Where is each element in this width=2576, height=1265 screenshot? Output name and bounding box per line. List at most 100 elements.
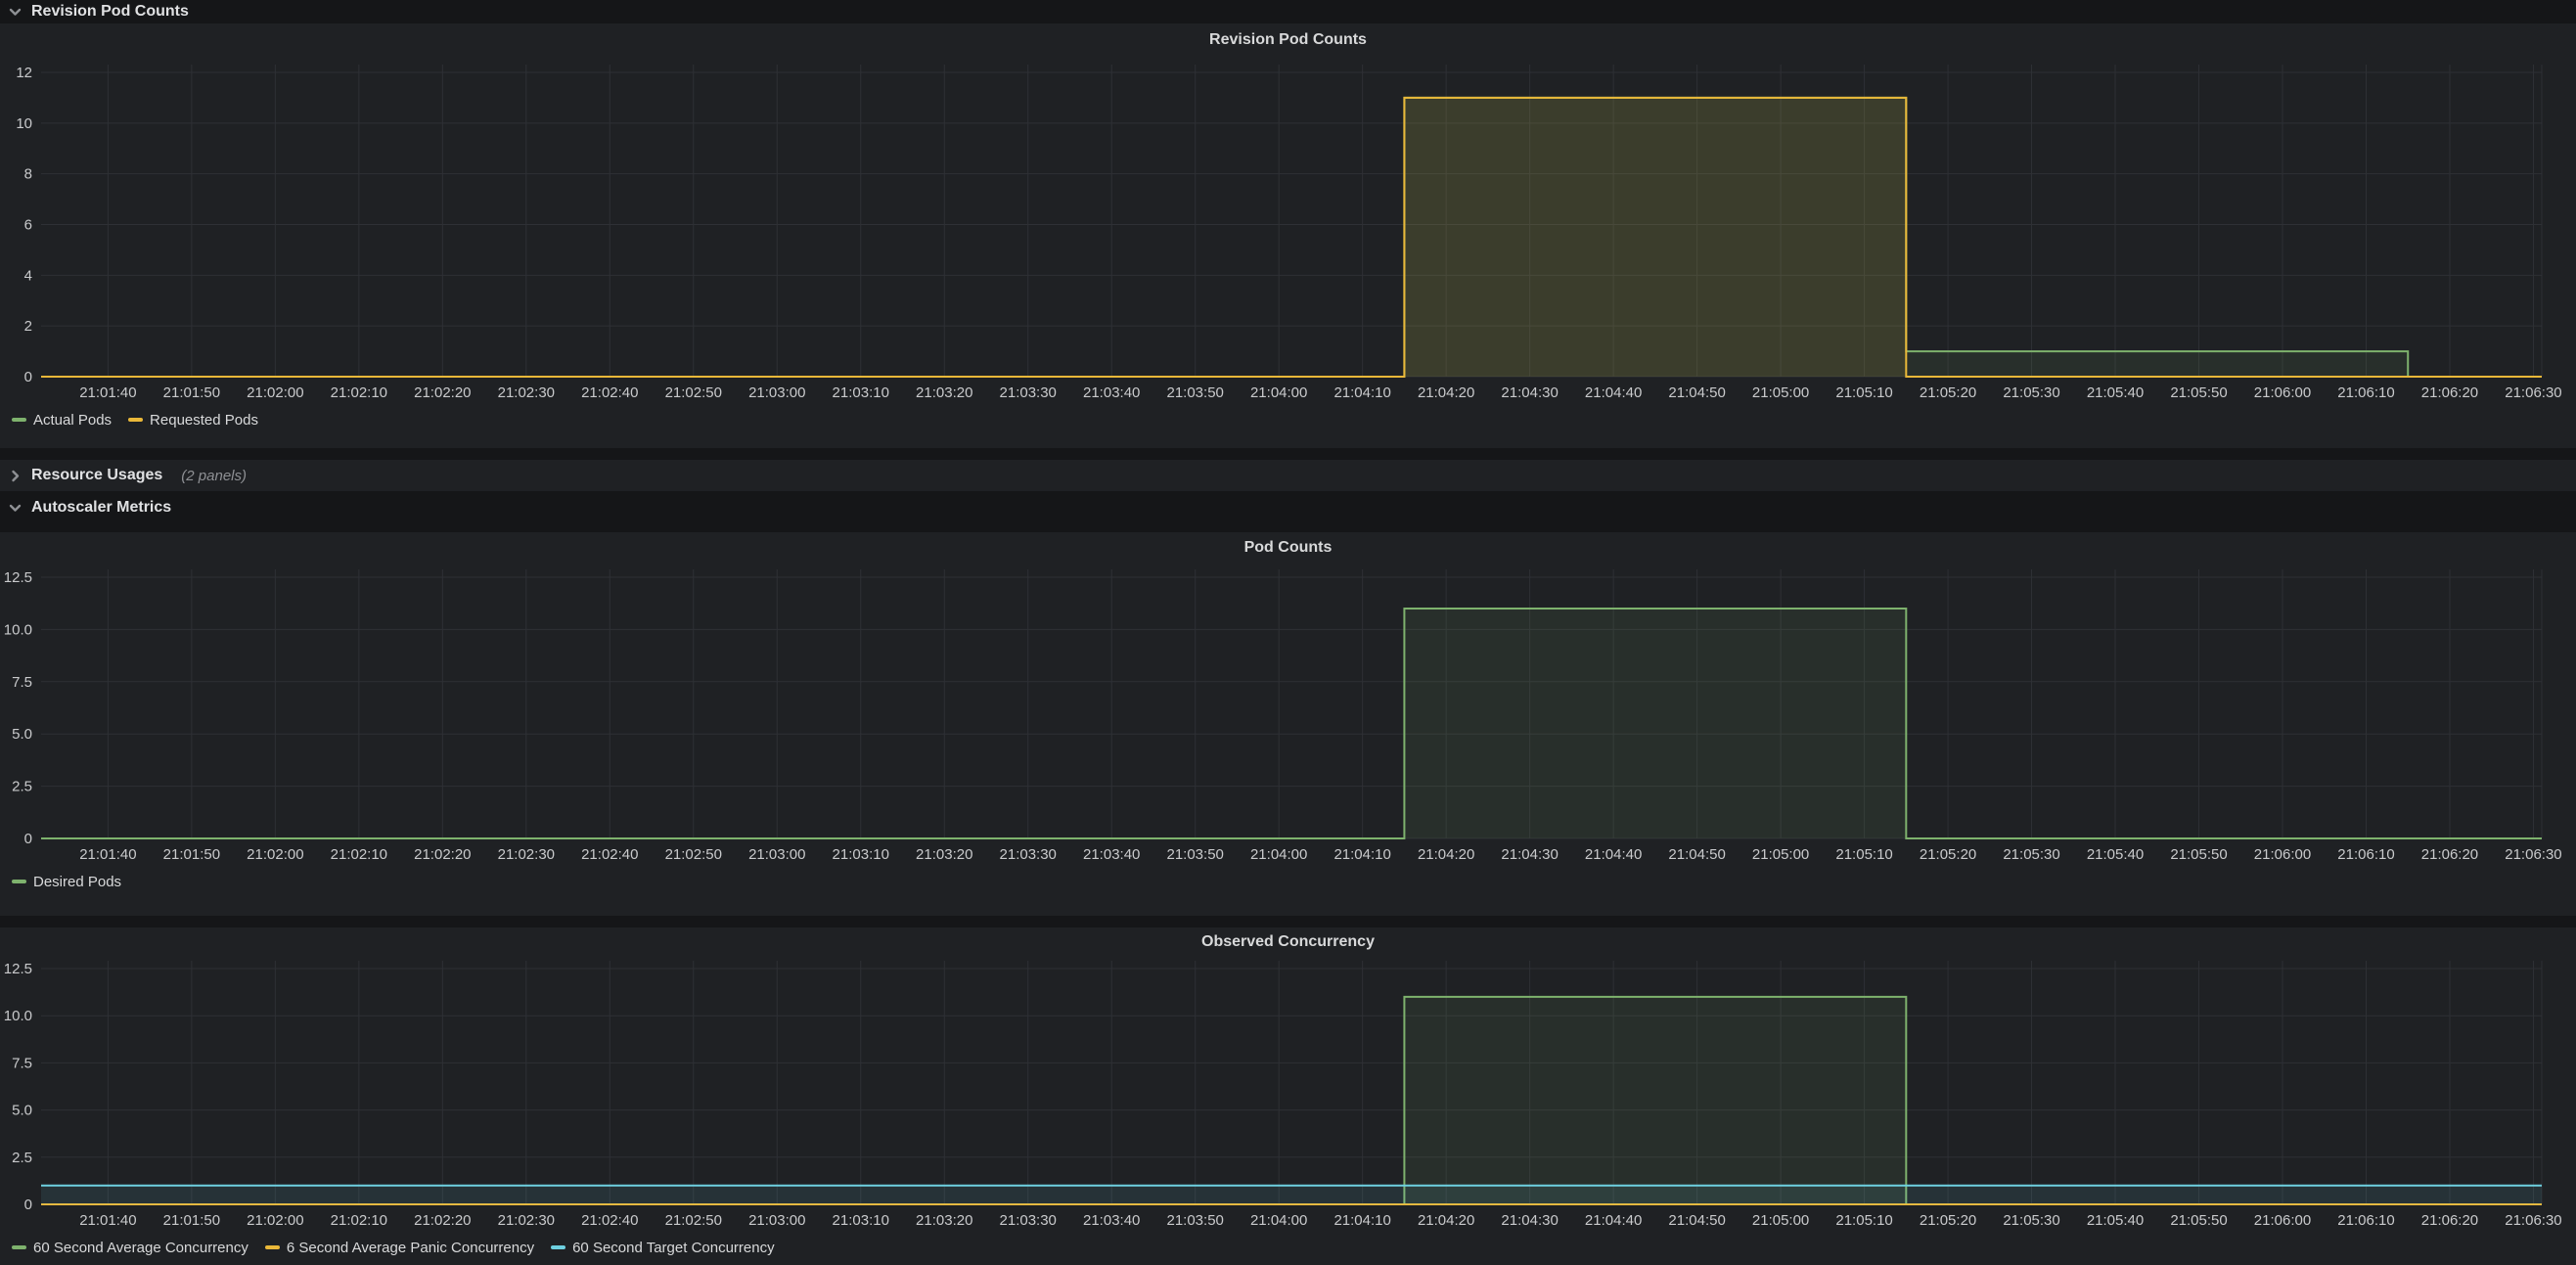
y-tick-label: 0: [24, 1197, 32, 1213]
x-tick-label: 21:05:30: [2003, 1212, 2059, 1229]
x-tick-label: 21:02:20: [414, 1212, 471, 1229]
x-tick-label: 21:01:40: [79, 846, 136, 863]
y-tick-label: 10.0: [4, 1008, 32, 1024]
chart-canvas-observed-concurrency: 02.55.07.510.012.521:01:4021:01:5021:02:…: [0, 957, 2576, 1234]
legend-series-label: Desired Pods: [33, 874, 121, 890]
legend-item-actual-pods[interactable]: Actual Pods: [12, 412, 112, 429]
x-tick-label: 21:06:10: [2337, 1212, 2394, 1229]
row-header-autoscaler-metrics[interactable]: Autoscaler Metrics: [0, 491, 2576, 524]
x-tick-label: 21:02:40: [581, 1212, 638, 1229]
x-tick-label: 21:04:20: [1418, 846, 1474, 863]
x-tick-label: 21:05:50: [2170, 384, 2227, 401]
legend-series-dash: [551, 1245, 565, 1249]
row-title: Revision Pod Counts: [31, 3, 189, 21]
x-tick-label: 21:02:50: [665, 384, 722, 401]
panel-title-observed-concurrency[interactable]: Observed Concurrency: [0, 927, 2576, 957]
row-title: Autoscaler Metrics: [31, 499, 171, 517]
panel-title-revision-pod-counts[interactable]: Revision Pod Counts: [0, 23, 2576, 57]
chevron-right-icon: [8, 469, 23, 483]
x-tick-label: 21:04:00: [1250, 384, 1307, 401]
row-panel-count: (2 panels): [181, 468, 247, 484]
x-tick-label: 21:02:10: [331, 384, 387, 401]
x-tick-label: 21:04:40: [1585, 1212, 1642, 1229]
row-gap: [0, 916, 2576, 927]
x-tick-label: 21:03:10: [833, 1212, 889, 1229]
x-tick-label: 21:05:20: [1920, 384, 1976, 401]
panel-revision-pod-counts: Revision Pod Counts 02468101221:01:4021:…: [0, 23, 2576, 448]
legend-revision-pod-counts: Actual Pods Requested Pods: [0, 406, 2576, 433]
y-tick-label: 12: [16, 65, 32, 81]
row-gap: [0, 448, 2576, 460]
x-tick-label: 21:02:30: [498, 1212, 555, 1229]
x-tick-label: 21:05:00: [1752, 846, 1809, 863]
legend-item-60-second-target-concurrency[interactable]: 60 Second Target Concurrency: [551, 1240, 775, 1256]
chart-canvas-pod-counts: 02.55.07.510.012.521:01:4021:01:5021:02:…: [0, 564, 2576, 868]
legend-item-desired-pods[interactable]: Desired Pods: [12, 874, 121, 890]
x-tick-label: 21:05:40: [2087, 1212, 2144, 1229]
x-tick-label: 21:05:30: [2003, 846, 2059, 863]
x-tick-label: 21:04:00: [1250, 1212, 1307, 1229]
legend-series-label: Requested Pods: [150, 412, 258, 429]
legend-series-dash: [12, 1245, 26, 1249]
x-tick-label: 21:05:00: [1752, 384, 1809, 401]
x-tick-label: 21:04:10: [1333, 1212, 1390, 1229]
y-tick-label: 0: [24, 369, 32, 385]
x-tick-label: 21:06:10: [2337, 846, 2394, 863]
grafana-dashboard: Revision Pod Counts Revision Pod Counts …: [0, 0, 2576, 1265]
legend-item-requested-pods[interactable]: Requested Pods: [128, 412, 258, 429]
x-tick-label: 21:06:00: [2254, 1212, 2311, 1229]
x-tick-label: 21:05:20: [1920, 846, 1976, 863]
x-tick-label: 21:02:20: [414, 384, 471, 401]
x-tick-label: 21:05:10: [1835, 384, 1892, 401]
legend-item-60-second-average-concurrency[interactable]: 60 Second Average Concurrency: [12, 1240, 249, 1256]
series-fill: [41, 609, 2542, 838]
x-tick-label: 21:02:30: [498, 384, 555, 401]
x-tick-label: 21:03:40: [1083, 1212, 1140, 1229]
panel-title-pod-counts[interactable]: Pod Counts: [0, 532, 2576, 564]
x-tick-label: 21:06:00: [2254, 384, 2311, 401]
series-line: [41, 997, 2542, 1204]
x-tick-label: 21:04:50: [1668, 384, 1725, 401]
panel-observed-concurrency: Observed Concurrency 02.55.07.510.012.52…: [0, 927, 2576, 1265]
row-gap: [0, 524, 2576, 532]
x-tick-label: 21:04:10: [1333, 384, 1390, 401]
x-tick-label: 21:03:30: [1000, 384, 1057, 401]
x-tick-label: 21:06:30: [2505, 1212, 2561, 1229]
x-tick-label: 21:06:20: [2421, 1212, 2478, 1229]
legend-series-dash: [265, 1245, 280, 1249]
x-tick-label: 21:04:20: [1418, 1212, 1474, 1229]
x-tick-label: 21:03:00: [748, 846, 805, 863]
chart-pod-counts[interactable]: 02.55.07.510.012.521:01:4021:01:5021:02:…: [0, 564, 2576, 868]
x-tick-label: 21:03:00: [748, 384, 805, 401]
x-tick-label: 21:02:20: [414, 846, 471, 863]
x-tick-label: 21:04:30: [1501, 1212, 1558, 1229]
x-tick-label: 21:03:50: [1166, 1212, 1223, 1229]
row-header-resource-usages[interactable]: Resource Usages (2 panels): [0, 460, 2576, 491]
legend-pod-counts: Desired Pods: [0, 868, 2576, 895]
x-tick-label: 21:06:30: [2505, 384, 2561, 401]
y-tick-label: 2: [24, 318, 32, 335]
x-tick-label: 21:03:30: [1000, 1212, 1057, 1229]
legend-series-label: 6 Second Average Panic Concurrency: [287, 1240, 534, 1256]
x-tick-label: 21:03:50: [1166, 846, 1223, 863]
x-tick-label: 21:03:40: [1083, 384, 1140, 401]
x-tick-label: 21:02:00: [247, 1212, 303, 1229]
x-tick-label: 21:02:00: [247, 846, 303, 863]
chart-revision-pod-counts[interactable]: 02468101221:01:4021:01:5021:02:0021:02:1…: [0, 57, 2576, 406]
x-tick-label: 21:04:20: [1418, 384, 1474, 401]
y-tick-label: 8: [24, 166, 32, 183]
x-tick-label: 21:01:50: [163, 384, 220, 401]
y-tick-label: 4: [24, 267, 32, 284]
chevron-down-icon: [8, 5, 23, 20]
legend-series-label: 60 Second Target Concurrency: [572, 1240, 775, 1256]
row-header-revision-pod-counts[interactable]: Revision Pod Counts: [0, 0, 2576, 23]
x-tick-label: 21:05:40: [2087, 846, 2144, 863]
chart-canvas-revision-pod-counts: 02468101221:01:4021:01:5021:02:0021:02:1…: [0, 57, 2576, 406]
x-tick-label: 21:06:10: [2337, 384, 2394, 401]
chart-observed-concurrency[interactable]: 02.55.07.510.012.521:01:4021:01:5021:02:…: [0, 957, 2576, 1234]
x-tick-label: 21:04:10: [1333, 846, 1390, 863]
x-tick-label: 21:04:50: [1668, 846, 1725, 863]
legend-series-dash: [12, 418, 26, 422]
x-tick-label: 21:03:40: [1083, 846, 1140, 863]
legend-item-6-second-average-panic-concurrency[interactable]: 6 Second Average Panic Concurrency: [265, 1240, 534, 1256]
